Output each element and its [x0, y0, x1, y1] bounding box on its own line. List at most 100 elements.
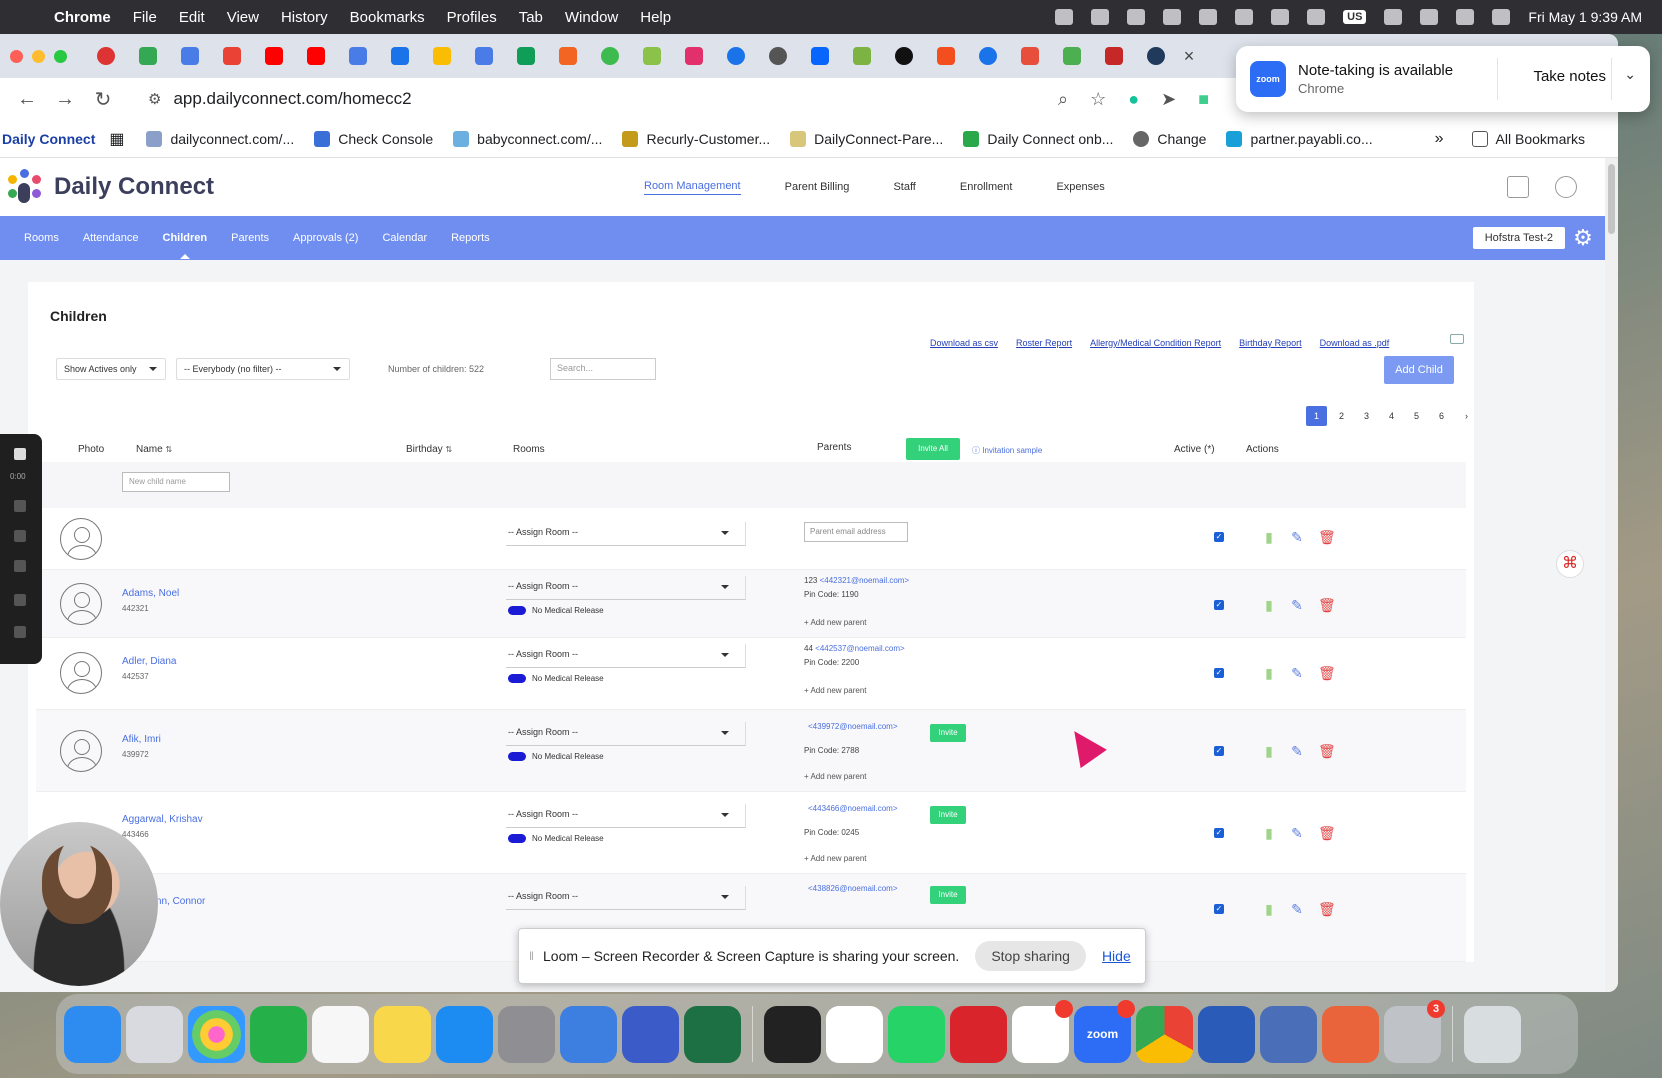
- more-bookmarks-icon[interactable]: »: [1435, 130, 1444, 148]
- page-2[interactable]: 2: [1329, 406, 1354, 426]
- tab-favicon[interactable]: [715, 41, 757, 71]
- add-parent-link[interactable]: + Add new parent: [804, 854, 867, 863]
- subnav-attendance[interactable]: Attendance: [83, 232, 139, 244]
- menu-window[interactable]: Window: [565, 9, 618, 26]
- grammarly-icon[interactable]: ●: [1128, 89, 1139, 110]
- chevron-down-icon[interactable]: ⌄: [1624, 66, 1636, 83]
- child-name-link[interactable]: Adler, Diana: [122, 656, 176, 667]
- active-checkbox[interactable]: ✓: [1214, 600, 1224, 610]
- tab-favicon[interactable]: [421, 41, 463, 71]
- tab-favicon[interactable]: [589, 41, 631, 71]
- nav-parent-billing[interactable]: Parent Billing: [785, 181, 850, 193]
- bookmark-item[interactable]: Daily Connect onb...: [963, 130, 1113, 147]
- document-icon[interactable]: ▮: [1262, 665, 1276, 681]
- page-6[interactable]: 6: [1429, 406, 1454, 426]
- invite-button[interactable]: Invite: [930, 724, 966, 742]
- parent-email-link[interactable]: <439972@noemail.com>: [808, 722, 898, 731]
- delete-icon[interactable]: 🗑: [1318, 743, 1336, 759]
- active-checkbox[interactable]: ✓: [1214, 828, 1224, 838]
- printer-icon[interactable]: 3: [1384, 999, 1445, 1063]
- subnav-children[interactable]: Children: [163, 232, 207, 259]
- search-input[interactable]: Search...: [550, 358, 656, 380]
- edit-icon[interactable]: ✎: [1290, 825, 1304, 841]
- tab-favicon[interactable]: [547, 41, 589, 71]
- word-icon[interactable]: [1198, 1005, 1255, 1063]
- tab-favicon[interactable]: [1051, 41, 1093, 71]
- sparkle-icon[interactable]: [1127, 9, 1146, 25]
- grid-icon[interactable]: [1307, 9, 1326, 25]
- site-settings-icon[interactable]: ⚙: [148, 90, 161, 108]
- apps-grid-icon[interactable]: ▦: [109, 129, 124, 149]
- close-tab-icon[interactable]: ×: [1177, 46, 1201, 67]
- subnav-approvals[interactable]: Approvals (2): [293, 232, 358, 244]
- nav-staff[interactable]: Staff: [893, 181, 915, 193]
- parent-email-link[interactable]: <442537@noemail.com>: [815, 644, 905, 653]
- numbers-icon[interactable]: [250, 1005, 307, 1063]
- next-page[interactable]: ›: [1454, 406, 1479, 426]
- assign-room-select[interactable]: -- Assign Room --: [506, 722, 746, 746]
- apple-icon[interactable]: [20, 7, 40, 27]
- tab-favicon[interactable]: [295, 41, 337, 71]
- col-birthday[interactable]: Birthday ⇅: [406, 444, 452, 455]
- delete-icon[interactable]: 🗑: [1318, 901, 1336, 917]
- tab-favicon[interactable]: [1093, 41, 1135, 71]
- edit-icon[interactable]: ✎: [1290, 665, 1304, 681]
- nav-room-management[interactable]: Room Management: [644, 180, 741, 195]
- new-child-name-input[interactable]: New child name: [122, 472, 230, 492]
- simulator-icon[interactable]: [622, 1005, 679, 1063]
- trash-icon[interactable]: [14, 560, 26, 572]
- minimize-window-button[interactable]: [32, 49, 45, 63]
- system-settings-icon[interactable]: [498, 1005, 555, 1063]
- assign-room-select[interactable]: -- Assign Room --: [506, 576, 746, 600]
- address-bar[interactable]: ⚙ app.dailyconnect.com/homecc2: [128, 83, 1048, 115]
- roster-report-link[interactable]: Roster Report: [1016, 338, 1072, 348]
- edit-icon[interactable]: ✎: [1290, 901, 1304, 917]
- invite-button[interactable]: Invite: [930, 886, 966, 904]
- close-window-button[interactable]: [10, 49, 23, 63]
- parent-email-link[interactable]: <438826@noemail.com>: [808, 884, 898, 893]
- back-icon[interactable]: ←: [8, 88, 46, 111]
- parent-email-link[interactable]: <442321@noemail.com>: [820, 576, 910, 585]
- monitor-icon[interactable]: [1450, 334, 1464, 344]
- calendar-grid-icon[interactable]: [1507, 176, 1529, 198]
- user-account-icon[interactable]: [1555, 176, 1577, 198]
- control-center-icon[interactable]: [1492, 9, 1511, 25]
- medical-release-toggle[interactable]: No Medical Release: [508, 834, 604, 843]
- bookmark-item[interactable]: Change: [1133, 130, 1206, 147]
- wifi-icon[interactable]: [1420, 9, 1439, 25]
- document-icon[interactable]: ▮: [1262, 743, 1276, 759]
- page-5[interactable]: 5: [1404, 406, 1429, 426]
- subnav-calendar[interactable]: Calendar: [382, 232, 427, 244]
- edit-icon[interactable]: ✎: [1290, 597, 1304, 613]
- tab-favicon[interactable]: [757, 41, 799, 71]
- delete-icon[interactable]: 🗑: [1318, 597, 1336, 613]
- bookmark-item[interactable]: partner.payabli.co...: [1226, 130, 1373, 147]
- hide-link[interactable]: Hide: [1102, 948, 1131, 964]
- download-pdf-link[interactable]: Download as .pdf: [1320, 338, 1390, 348]
- excel-icon[interactable]: [684, 1005, 741, 1063]
- tab-favicon[interactable]: [631, 41, 673, 71]
- remote-desktop-icon[interactable]: [560, 1005, 617, 1063]
- notes-icon[interactable]: [374, 1005, 431, 1063]
- document-icon[interactable]: ▮: [1262, 529, 1276, 545]
- invite-all-button[interactable]: Invite All: [906, 438, 960, 460]
- menubar-clock[interactable]: Fri May 1 9:39 AM: [1528, 9, 1642, 25]
- stop-recording-icon[interactable]: [14, 448, 26, 460]
- bookmark-daily-connect[interactable]: Daily Connect: [2, 131, 95, 147]
- acrobat-icon[interactable]: [950, 1005, 1007, 1063]
- download-csv-link[interactable]: Download as csv: [930, 338, 998, 348]
- tab-favicon[interactable]: [211, 41, 253, 71]
- vpn-icon[interactable]: [1260, 1005, 1317, 1063]
- nav-enrollment[interactable]: Enrollment: [960, 181, 1013, 193]
- app-store-icon[interactable]: [436, 1005, 493, 1063]
- subnav-parents[interactable]: Parents: [231, 232, 269, 244]
- tab-favicon[interactable]: [505, 41, 547, 71]
- cast-icon[interactable]: [1091, 9, 1110, 25]
- page-scrollbar[interactable]: [1605, 158, 1618, 992]
- add-child-button[interactable]: Add Child: [1384, 356, 1454, 384]
- webcam-bubble[interactable]: [0, 822, 158, 986]
- invitation-sample-link[interactable]: ⓘ Invitation sample: [972, 445, 1042, 456]
- menu-tab[interactable]: Tab: [519, 9, 543, 26]
- finder-icon[interactable]: [64, 1005, 121, 1063]
- assign-room-select[interactable]: -- Assign Room --: [506, 804, 746, 828]
